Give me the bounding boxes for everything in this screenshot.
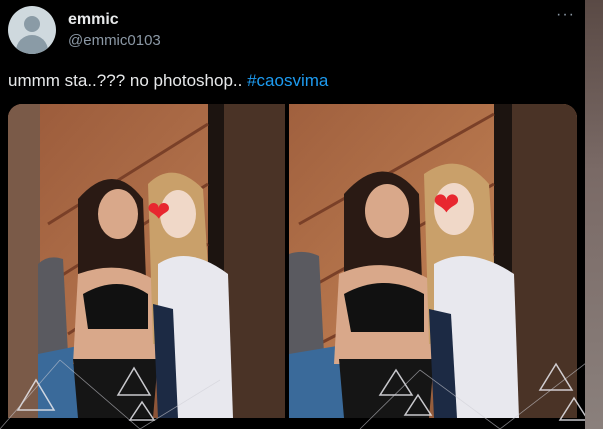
photo-1-illustration xyxy=(8,104,285,418)
hashtag-link[interactable]: #caosvima xyxy=(247,71,328,90)
more-horizontal-icon[interactable]: ··· xyxy=(556,6,575,24)
tweet-text-main: ummm sta..??? no photoshop.. xyxy=(8,71,248,90)
heart-emoji-overlay: ❤ xyxy=(433,186,460,222)
avatar[interactable] xyxy=(8,6,56,54)
avatar-head-shape xyxy=(24,16,40,32)
tweet-card: emmic @emmic0103 ··· ummm sta..??? no ph… xyxy=(0,0,603,429)
heart-emoji-overlay: ❤ xyxy=(147,196,171,227)
display-name[interactable]: emmic xyxy=(68,11,119,29)
avatar-body-shape xyxy=(16,35,48,54)
username-handle[interactable]: @emmic0103 xyxy=(68,32,161,49)
media-photo-1[interactable]: ❤ xyxy=(8,104,285,418)
media-photo-2[interactable]: ❤ xyxy=(289,104,577,418)
background-edge xyxy=(585,0,603,429)
tweet-text: ummm sta..??? no photoshop.. #caosvima xyxy=(8,71,328,91)
photo-2-illustration xyxy=(289,104,577,418)
